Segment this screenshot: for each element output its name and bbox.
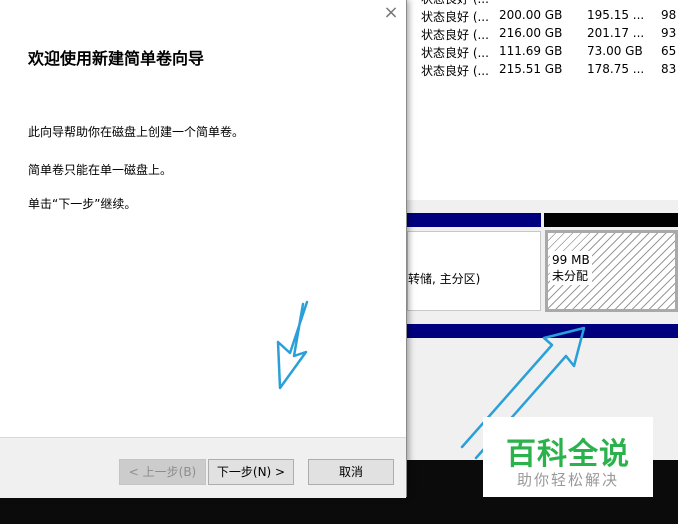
volume-free-percent: 98 [661, 8, 677, 22]
volume-row-partial[interactable]: 状态良好 (... [407, 0, 678, 8]
volume-row[interactable]: 状态良好 (... 111.69 GB 73.00 GB 65 [407, 44, 678, 62]
volume-free-percent: 93 [661, 26, 677, 40]
close-button[interactable]: × [380, 2, 402, 24]
close-icon: × [383, 2, 399, 23]
cancel-button[interactable]: 取消 [308, 459, 394, 485]
unallocated-header-bar [544, 213, 678, 227]
volume-status: 状态良好 (... [421, 64, 489, 78]
volume-capacity: 200.00 GB [499, 8, 563, 22]
volume-free-space: 201.17 ... [587, 26, 645, 40]
watermark-logo: 百科全说 助你轻松解决 [483, 417, 653, 497]
volume-capacity: 111.69 GB [499, 44, 563, 58]
unallocated-info: 99 MB 未分配 [550, 251, 592, 285]
volume-row[interactable]: 状态良好 (... 216.00 GB 201.17 ... 93 [407, 26, 678, 44]
volume-free-space: 73.00 GB [587, 44, 643, 58]
watermark-title: 百科全说 [506, 437, 630, 472]
volume-capacity: 215.51 GB [499, 62, 563, 76]
disk-graph-area: 转储, 主分区) 99 MB 未分配 [407, 200, 678, 440]
volume-free-percent: 65 [661, 44, 677, 58]
unallocated-label: 未分配 [552, 269, 589, 283]
volume-capacity: 216.00 GB [499, 26, 563, 40]
wizard-description: 此向导帮助你在磁盘上创建一个简单卷。 [28, 125, 245, 139]
wizard-note: 简单卷只能在单一磁盘上。 [28, 163, 173, 177]
partition-label: 转储, 主分区) [408, 272, 481, 286]
unallocated-space-block[interactable]: 99 MB 未分配 [545, 230, 678, 312]
unallocated-size: 99 MB [552, 253, 590, 267]
partition-header-bar [407, 213, 541, 227]
new-simple-volume-wizard: × 欢迎使用新建简单卷向导 此向导帮助你在磁盘上创建一个简单卷。 简单卷只能在单… [0, 0, 407, 498]
wizard-title: 欢迎使用新建简单卷向导 [28, 49, 205, 68]
back-button[interactable]: < 上一步(B) [119, 459, 206, 485]
volume-row[interactable]: 状态良好 (... 215.51 GB 178.75 ... 83 [407, 62, 678, 80]
volume-free-percent: 83 [661, 62, 677, 76]
volume-free-space: 195.15 ... [587, 8, 645, 22]
volume-status: 状态良好 (... [421, 10, 489, 24]
watermark-subtitle: 助你轻松解决 [516, 471, 619, 489]
volume-status: 状态良好 (... [421, 0, 489, 7]
next-disk-header-bar [407, 324, 678, 338]
partition-block[interactable]: 转储, 主分区) [407, 231, 541, 311]
volume-status: 状态良好 (... [421, 28, 489, 42]
wizard-button-bar: < 上一步(B) 下一步(N) > 取消 [0, 437, 406, 498]
volume-free-space: 178.75 ... [587, 62, 645, 76]
next-button[interactable]: 下一步(N) > [208, 459, 294, 485]
volume-status: 状态良好 (... [421, 46, 489, 60]
volume-row[interactable]: 状态良好 (... 200.00 GB 195.15 ... 98 [407, 8, 678, 26]
wizard-instruction: 单击“下一步”继续。 [28, 197, 137, 211]
